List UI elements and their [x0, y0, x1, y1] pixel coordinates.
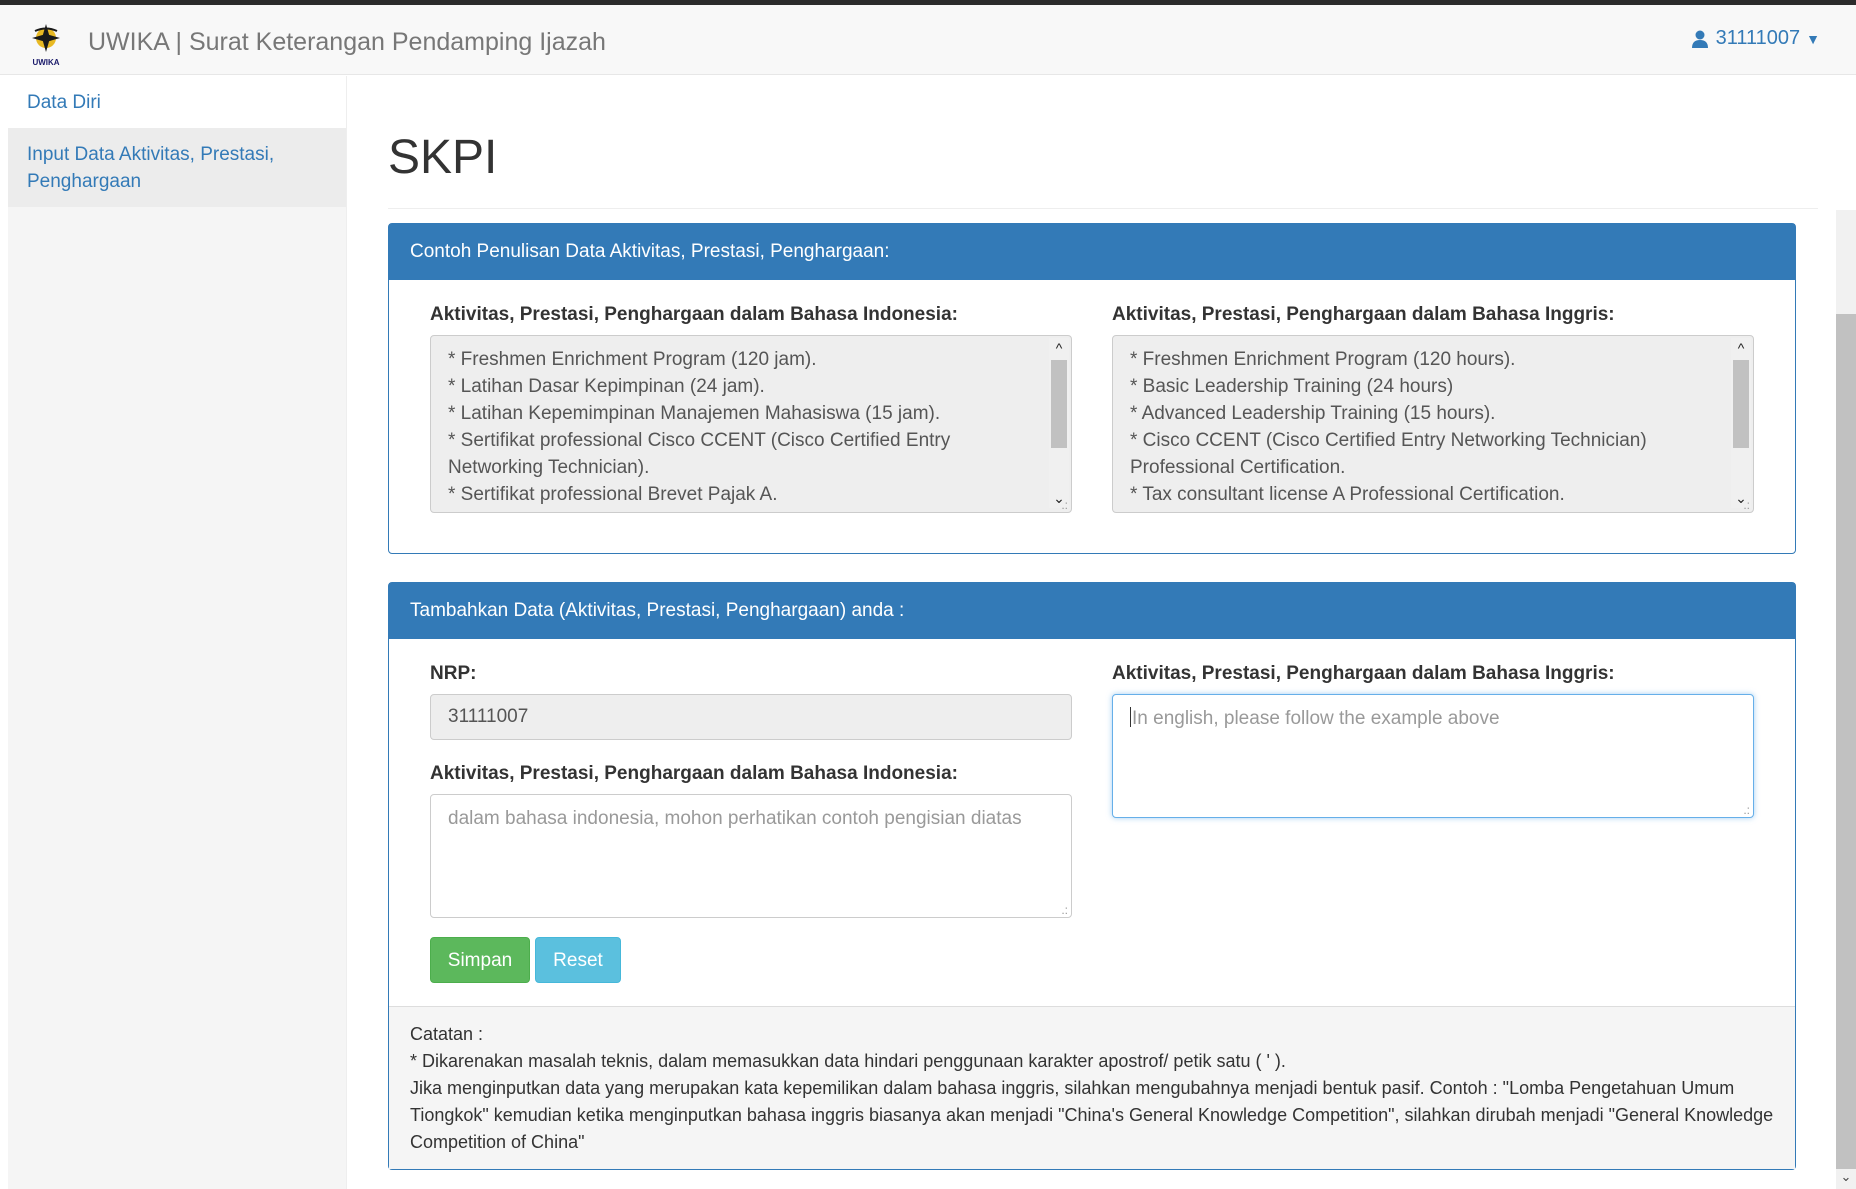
example-line: * Basic Leadership Training (24 hours): [1130, 376, 1454, 397]
example-panel: Contoh Penulisan Data Aktivitas, Prestas…: [388, 223, 1796, 554]
notes-line-2: Jika menginputkan data yang merupakan ka…: [410, 1078, 1774, 1152]
reset-button[interactable]: Reset: [535, 937, 621, 983]
scroll-thumb[interactable]: [1051, 360, 1067, 448]
page-scrollbar[interactable]: ⌄: [1836, 210, 1856, 1189]
example-line: * Latihan Dasar Kepimpinan (24 jam).: [448, 376, 765, 397]
example-line: * Freshmen Enrichment Program (120 jam).: [448, 349, 817, 370]
page-scroll-thumb[interactable]: [1836, 314, 1856, 1184]
example-eng-label: Aktivitas, Prestasi, Penghargaan dalam B…: [1112, 304, 1615, 325]
form-panel-heading: Tambahkan Data (Aktivitas, Prestasi, Pen…: [389, 583, 1795, 639]
nrp-input[interactable]: 31111007: [430, 694, 1072, 740]
brand[interactable]: UWIKA UWIKA | Surat Keterangan Pendampin…: [26, 21, 606, 67]
eng-input-label: Aktivitas, Prestasi, Penghargaan dalam B…: [1112, 663, 1615, 684]
resize-grip-icon[interactable]: .:: [1743, 499, 1750, 511]
scroll-up-icon[interactable]: ^: [1731, 338, 1751, 358]
example-indo-scrollbar[interactable]: ^ ⌄: [1049, 338, 1069, 508]
example-line: Networking Technician).: [448, 457, 650, 478]
example-indo-label: Aktivitas, Prestasi, Penghargaan dalam B…: [430, 304, 958, 325]
scroll-down-icon[interactable]: ⌄: [1836, 1169, 1856, 1189]
user-name[interactable]: 31111007: [1716, 27, 1801, 50]
eng-activity-textarea[interactable]: In english, please follow the example ab…: [1112, 694, 1754, 818]
logo-label: UWIKA: [32, 58, 59, 67]
resize-grip-icon[interactable]: .:: [1061, 499, 1068, 511]
sidebar-item-label: Data Diri: [27, 92, 101, 113]
indo-placeholder: dalam bahasa indonesia, mohon perhatikan…: [448, 808, 1022, 829]
sidebar-item-label: Input Data Aktivitas, Prestasi, Pengharg…: [27, 144, 275, 192]
example-eng-textarea[interactable]: * Freshmen Enrichment Program (120 hours…: [1112, 335, 1754, 513]
form-panel: Tambahkan Data (Aktivitas, Prestasi, Pen…: [388, 582, 1796, 1170]
example-line: * Cisco CCENT (Cisco Certified Entry Net…: [1130, 430, 1647, 451]
notes-title: Catatan :: [410, 1024, 484, 1044]
example-line: * Tax consultant license A Professional …: [1130, 484, 1565, 505]
sidebar-item-input-data[interactable]: Input Data Aktivitas, Prestasi, Pengharg…: [8, 128, 346, 207]
indo-input-label: Aktivitas, Prestasi, Penghargaan dalam B…: [430, 763, 958, 784]
notes-line-1: * Dikarenakan masalah teknis, dalam mema…: [410, 1051, 1286, 1071]
app-title[interactable]: UWIKA | Surat Keterangan Pendamping Ijaz…: [88, 28, 606, 57]
nrp-label: NRP:: [430, 663, 477, 684]
resize-grip-icon[interactable]: .:: [1743, 804, 1750, 816]
main-content: SKPI Contoh Penulisan Data Aktivitas, Pr…: [388, 76, 1818, 1170]
example-line: * Sertifikat professional Brevet Pajak A…: [448, 484, 778, 505]
title-divider: [388, 208, 1818, 209]
example-indo-textarea[interactable]: * Freshmen Enrichment Program (120 jam).…: [430, 335, 1072, 513]
user-icon: [1691, 30, 1708, 48]
user-menu[interactable]: 31111007 ▼: [1691, 27, 1820, 50]
example-line: * Sertifikat professional Cisco CCENT (C…: [448, 430, 951, 451]
example-line: * Advanced Leadership Training (15 hours…: [1130, 403, 1496, 424]
example-line: * Latihan Kepemimpinan Manajemen Mahasis…: [448, 403, 941, 424]
scroll-up-icon[interactable]: ^: [1049, 338, 1069, 358]
save-button[interactable]: Simpan: [430, 937, 530, 983]
caret-down-icon: ▼: [1806, 30, 1820, 47]
sidebar-item-data-diri[interactable]: Data Diri: [8, 76, 346, 128]
page-title: SKPI: [388, 131, 498, 184]
sidebar: Data Diri Input Data Aktivitas, Prestasi…: [8, 76, 347, 1189]
example-panel-heading: Contoh Penulisan Data Aktivitas, Prestas…: [389, 224, 1795, 280]
notes-footer: Catatan : * Dikarenakan masalah teknis, …: [389, 1006, 1795, 1169]
example-line: * Freshmen Enrichment Program (120 hours…: [1130, 349, 1516, 370]
text-cursor: [1130, 707, 1131, 727]
resize-grip-icon[interactable]: .:: [1061, 904, 1068, 916]
eng-placeholder: In english, please follow the example ab…: [1132, 708, 1500, 729]
example-eng-scrollbar[interactable]: ^ ⌄: [1731, 338, 1751, 508]
navbar: UWIKA UWIKA | Surat Keterangan Pendampin…: [0, 5, 1856, 75]
uwika-logo-icon: UWIKA: [26, 21, 66, 67]
scroll-thumb[interactable]: [1733, 360, 1749, 448]
indo-activity-textarea[interactable]: dalam bahasa indonesia, mohon perhatikan…: [430, 794, 1072, 918]
example-line: Professional Certification.: [1130, 457, 1346, 478]
